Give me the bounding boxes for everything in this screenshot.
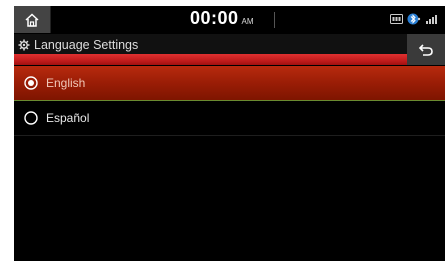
page-title: Language Settings <box>18 38 138 52</box>
status-divider <box>274 12 275 28</box>
clock-ampm: AM <box>241 17 254 26</box>
clock-time: 00:00 <box>190 8 239 28</box>
gear-icon <box>18 39 30 51</box>
back-arrow-icon <box>418 43 433 56</box>
back-button[interactable] <box>407 34 445 65</box>
media-icon <box>390 14 403 24</box>
home-icon <box>25 12 39 27</box>
bluetooth-icon <box>407 13 421 25</box>
title-bar: Language Settings <box>14 34 445 65</box>
title-accent-bar <box>14 54 407 65</box>
language-label: Español <box>46 111 90 125</box>
home-button[interactable] <box>14 6 51 33</box>
status-bar: 00:00 AM <box>14 6 445 34</box>
status-icons <box>390 13 439 25</box>
clock: 00:00 AM <box>190 8 254 32</box>
language-option-espanol[interactable]: Español <box>14 101 445 136</box>
head-unit-screen: 00:00 AM Language Settings English Españ… <box>14 6 445 261</box>
radio-unselected-icon <box>24 111 38 125</box>
page-title-text: Language Settings <box>34 38 139 52</box>
radio-selected-icon <box>24 76 38 90</box>
signal-icon <box>426 15 437 24</box>
language-list: English Español <box>14 66 445 136</box>
language-option-english[interactable]: English <box>14 66 445 101</box>
language-label: English <box>46 76 86 90</box>
